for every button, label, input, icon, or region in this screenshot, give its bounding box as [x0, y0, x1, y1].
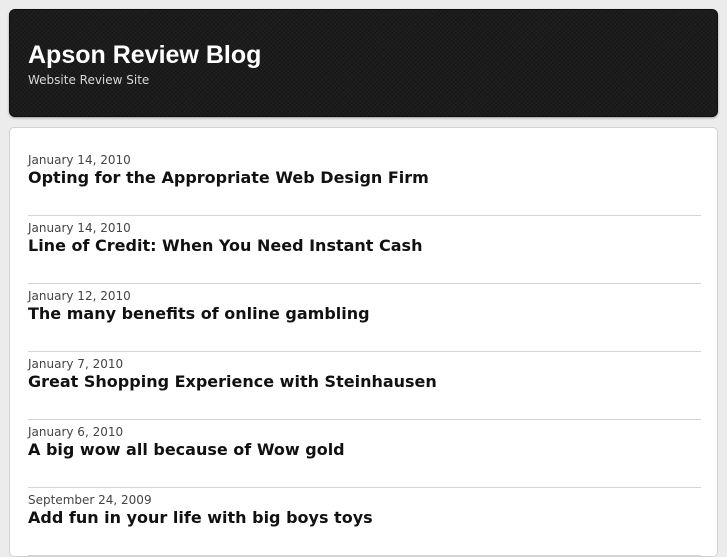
post-list: January 14, 2010 Opting for the Appropri… [28, 148, 701, 556]
site-header: Apson Review Blog Website Review Site [9, 9, 718, 117]
post-list-panel: January 14, 2010 Opting for the Appropri… [9, 127, 718, 557]
post-title-link[interactable]: The many benefits of online gambling [28, 303, 370, 325]
site-tagline: Website Review Site [28, 73, 150, 87]
post-item: September 24, 2009 Add fun in your life … [28, 488, 701, 556]
post-date: January 12, 2010 [28, 289, 131, 303]
post-date: January 14, 2010 [28, 153, 131, 167]
post-date: January 7, 2010 [28, 357, 124, 371]
post-date: September 24, 2009 [28, 493, 152, 507]
post-item: January 12, 2010 The many benefits of on… [28, 284, 701, 352]
post-item: January 7, 2010 Great Shopping Experienc… [28, 352, 701, 420]
post-title-link[interactable]: A big wow all because of Wow gold [28, 439, 345, 461]
post-item: January 14, 2010 Opting for the Appropri… [28, 148, 701, 216]
post-title-link[interactable]: Line of Credit: When You Need Instant Ca… [28, 235, 422, 257]
post-date: January 6, 2010 [28, 425, 124, 439]
post-title-link[interactable]: Opting for the Appropriate Web Design Fi… [28, 167, 429, 189]
post-item: January 14, 2010 Line of Credit: When Yo… [28, 216, 701, 284]
post-title-link[interactable]: Add fun in your life with big boys toys [28, 507, 373, 529]
post-title-link[interactable]: Great Shopping Experience with Steinhaus… [28, 371, 437, 393]
post-item: January 6, 2010 A big wow all because of… [28, 420, 701, 488]
site-title[interactable]: Apson Review Blog [28, 40, 261, 70]
post-date: January 14, 2010 [28, 221, 131, 235]
